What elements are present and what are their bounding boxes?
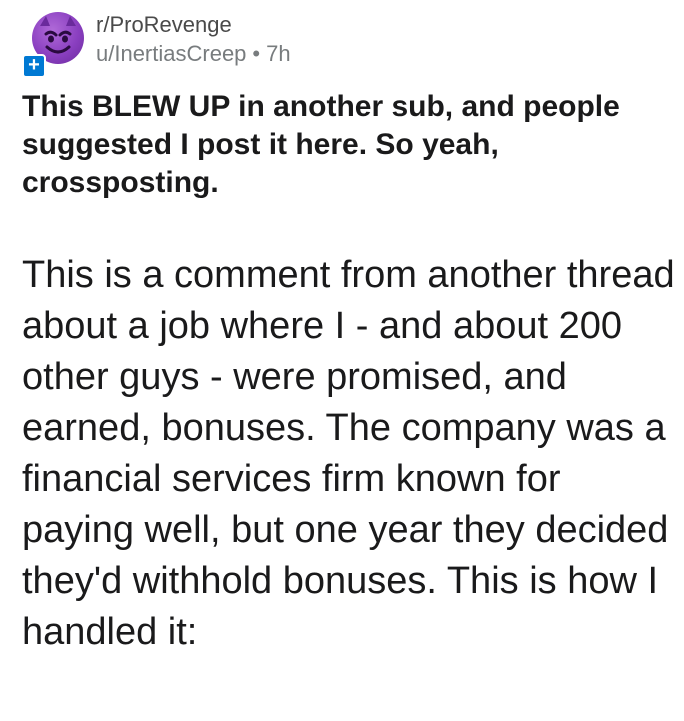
post-body: This is a comment from another thread ab… [22, 254, 675, 653]
author-line: u/InertiasCreep • 7h [96, 40, 291, 68]
post-age: 7h [266, 41, 291, 66]
subreddit-avatar-wrap[interactable]: + [22, 10, 86, 78]
subreddit-link[interactable]: r/ProRevenge [96, 10, 291, 40]
post-meta: r/ProRevenge u/InertiasCreep • 7h [96, 10, 291, 68]
plus-icon: + [28, 54, 40, 76]
post-title[interactable]: This BLEW UP in another sub, and people … [22, 88, 662, 202]
post-header: + r/ProRevenge u/InertiasCreep • 7h [22, 10, 662, 78]
meta-separator: • [252, 41, 261, 66]
join-button[interactable]: + [22, 54, 46, 78]
author-link[interactable]: u/InertiasCreep [96, 41, 246, 66]
